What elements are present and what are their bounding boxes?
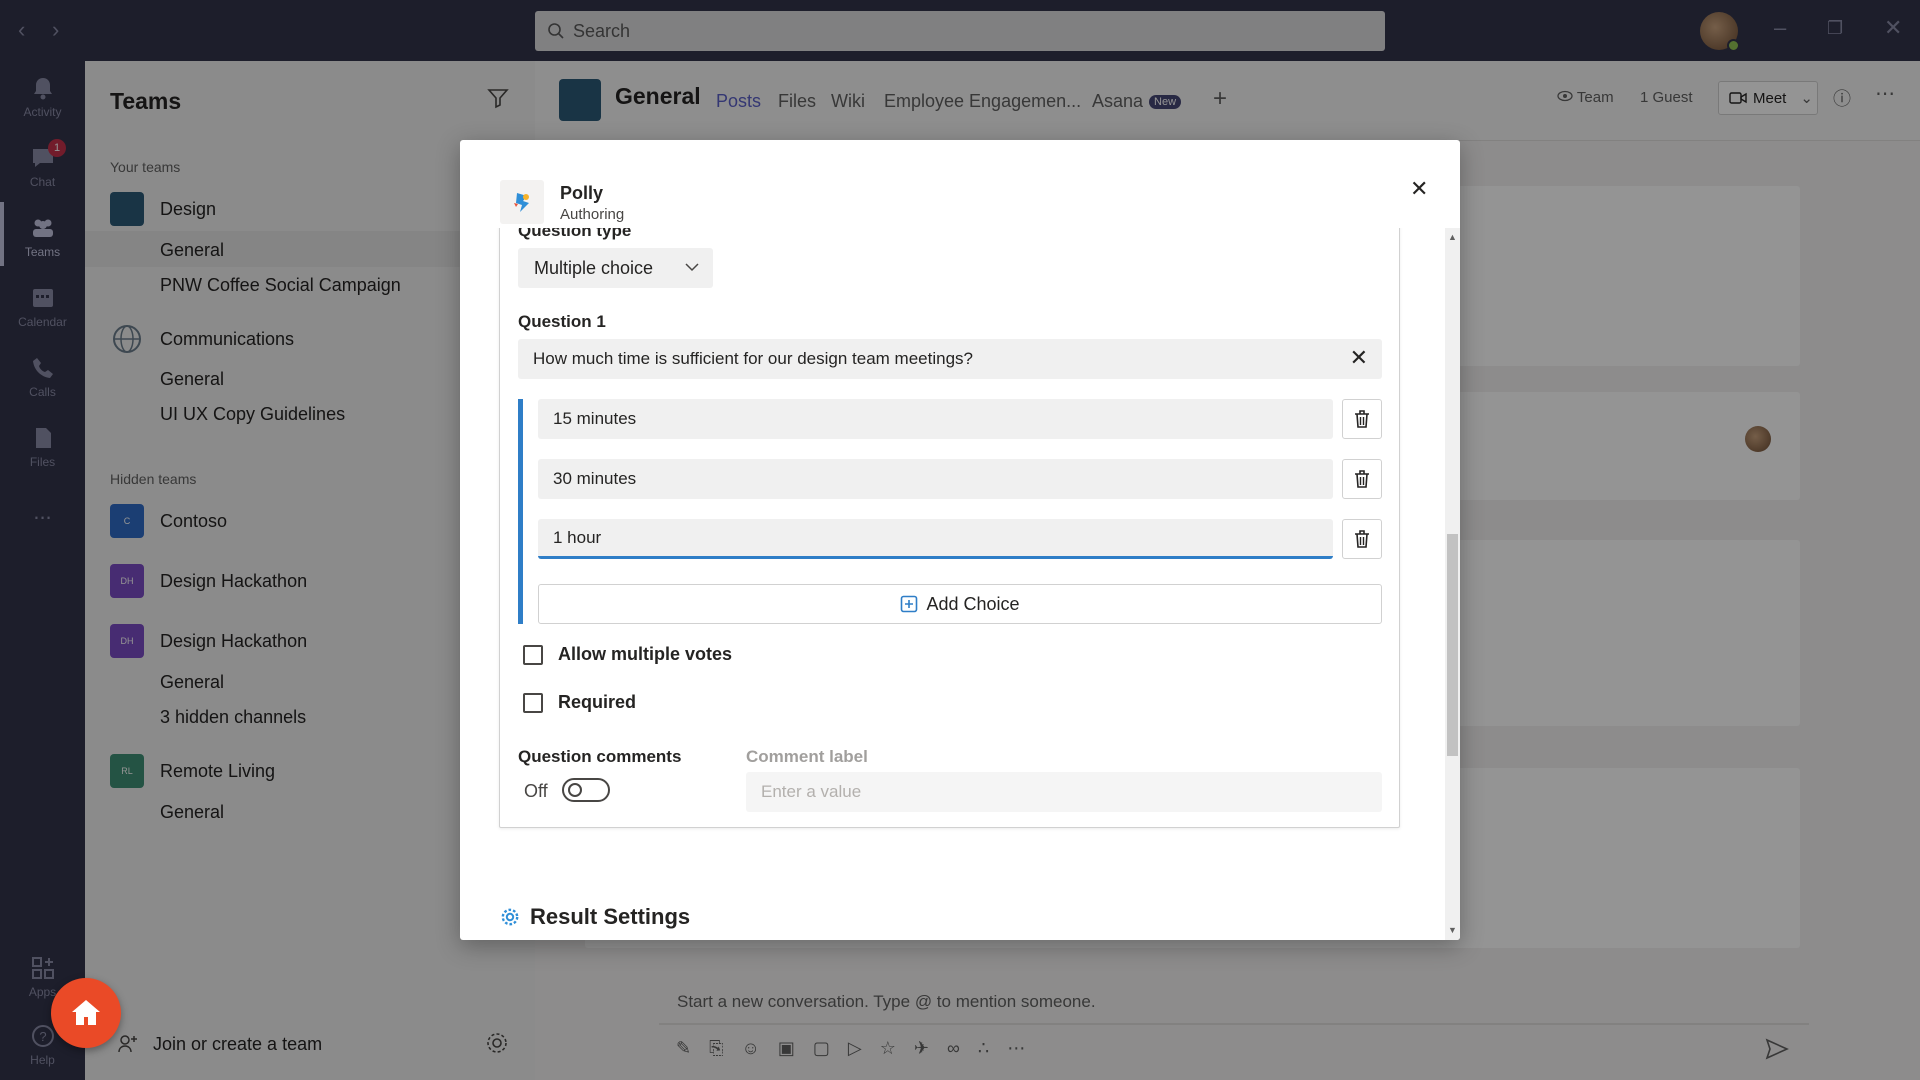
required-row[interactable]: Required (523, 692, 636, 713)
question-type-value: Multiple choice (534, 257, 654, 278)
add-choice-button[interactable]: Add Choice (538, 584, 1382, 624)
toggle-knob (568, 783, 582, 797)
chevron-down-icon (685, 263, 699, 272)
result-settings-label: Result Settings (530, 904, 691, 929)
comment-label-title: Comment label (746, 747, 868, 766)
required-label: Required (558, 692, 637, 712)
dialog-scroll-area: Question type Multiple choice Question 1… (460, 228, 1445, 940)
question-type-dropdown[interactable]: Multiple choice (518, 248, 713, 288)
allow-multiple-votes-row[interactable]: Allow multiple votes (523, 644, 732, 665)
trash-icon (1355, 530, 1369, 548)
result-settings-section[interactable]: Result Settings (500, 904, 690, 930)
delete-choice-1-button[interactable] (1342, 399, 1382, 439)
question-type-label: Question type (518, 228, 632, 240)
home-button[interactable] (51, 978, 121, 1048)
trash-icon (1355, 410, 1369, 428)
choice-input-2[interactable]: 30 minutes (538, 459, 1333, 499)
choice-input-3[interactable]: 1 hour (538, 519, 1333, 559)
trash-icon (1355, 470, 1369, 488)
question-comments-label: Question comments (518, 747, 682, 766)
question-input[interactable]: How much time is sufficient for our desi… (518, 339, 1382, 379)
choices-accent-bar (518, 399, 523, 624)
add-choice-label: Add Choice (926, 593, 1020, 614)
question-text: How much time is sufficient for our desi… (533, 349, 973, 368)
question-label: Question 1 (518, 312, 606, 331)
choice-text: 1 hour (553, 527, 602, 547)
comments-toggle-state: Off (524, 781, 548, 801)
scroll-down-icon[interactable]: ▼ (1448, 925, 1457, 935)
comment-label-placeholder: Enter a value (761, 782, 862, 801)
required-checkbox[interactable] (523, 692, 543, 713)
allow-multiple-votes-label: Allow multiple votes (558, 644, 733, 664)
delete-choice-2-button[interactable] (1342, 459, 1382, 499)
choice-text: 15 minutes (553, 409, 637, 428)
gear-icon (501, 908, 519, 926)
app-name: Polly (560, 183, 604, 203)
polly-app-icon (500, 180, 544, 224)
choice-input-1[interactable]: 15 minutes (538, 399, 1333, 439)
scroll-up-icon[interactable]: ▲ (1448, 232, 1457, 242)
close-icon[interactable]: ✕ (1410, 178, 1428, 200)
comments-toggle[interactable] (562, 778, 610, 802)
polly-dialog: Polly Authoring ✕ Question type Multiple… (460, 140, 1460, 940)
choice-text: 30 minutes (553, 469, 637, 488)
home-icon (72, 1000, 100, 1025)
add-square-icon (901, 595, 918, 613)
dialog-scrollbar[interactable]: ▲ ▼ (1445, 228, 1460, 940)
allow-multiple-votes-checkbox[interactable] (523, 644, 543, 665)
app-subtitle: Authoring (560, 206, 625, 223)
comment-label-input[interactable]: Enter a value (746, 772, 1382, 812)
clear-question-icon[interactable]: ✕ (1350, 347, 1368, 369)
scrollbar-thumb[interactable] (1447, 534, 1458, 756)
delete-choice-3-button[interactable] (1342, 519, 1382, 559)
